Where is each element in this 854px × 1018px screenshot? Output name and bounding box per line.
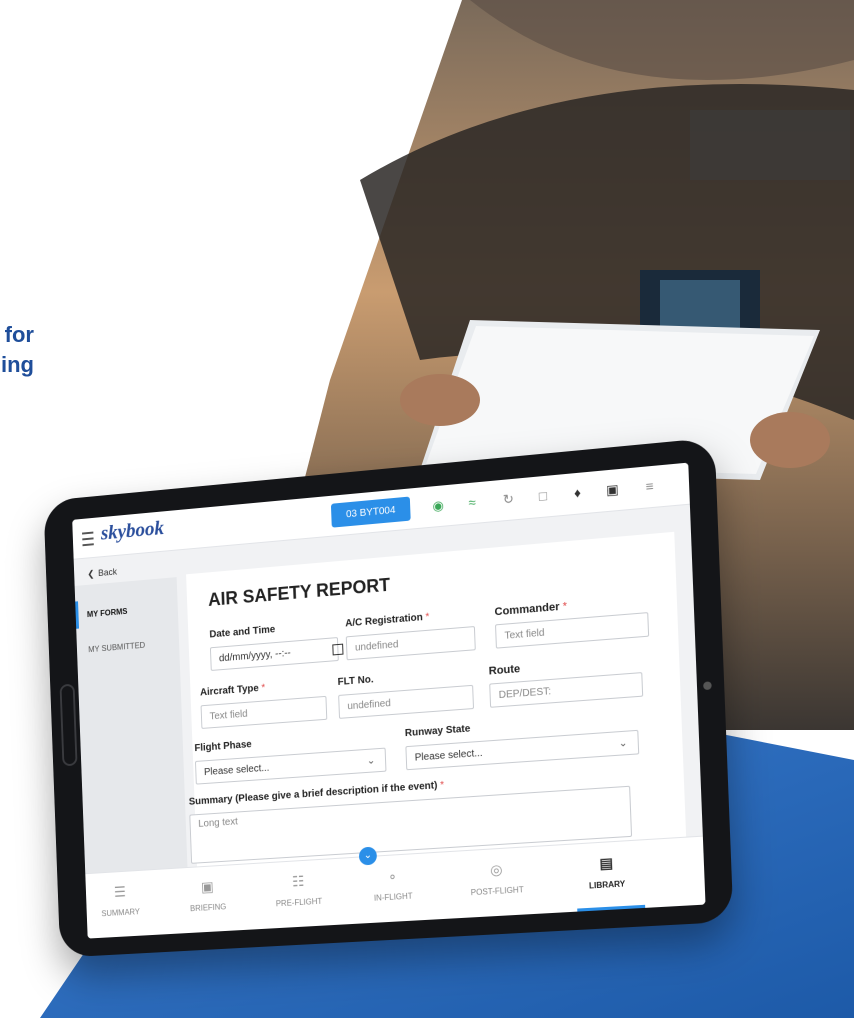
air-safety-report-form: AIR SAFETY REPORT Date and Time dd/mm/yy… — [186, 531, 687, 876]
commander-field[interactable]: Text field — [495, 612, 650, 649]
back-label: Back — [98, 566, 118, 579]
sidebar-item-my-forms[interactable]: MY FORMS — [87, 607, 128, 619]
bell-icon[interactable]: ♦ — [569, 484, 586, 502]
sync-icon[interactable]: ↻ — [500, 491, 517, 509]
route-icon: ∘ — [387, 867, 398, 884]
expand-chevron-down-icon[interactable]: ⌄ — [358, 846, 378, 866]
ac-registration-label: A/C Registration * — [345, 611, 430, 630]
hero-text-line2: ning — [0, 352, 34, 377]
camera-button-icon[interactable]: ▣ — [604, 481, 621, 499]
route-field[interactable]: DEP/DEST: — [489, 672, 644, 708]
commander-label: Commander * — [494, 600, 568, 619]
sidebar: MY FORMS MY SUBMITTED — [74, 577, 188, 881]
list-icon: ☰ — [113, 883, 127, 900]
book-icon: ▤ — [599, 854, 614, 872]
aircraft-type-field[interactable]: Text field — [200, 695, 328, 729]
chevron-left-icon: ❮ — [87, 568, 95, 579]
ac-registration-field[interactable]: undefined — [345, 626, 476, 661]
nav-in-flight[interactable]: ∘ IN-FLIGHT — [353, 865, 434, 904]
calendar-icon[interactable] — [332, 643, 344, 656]
download-icon[interactable]: ◉ — [430, 497, 447, 515]
hero-text-line1: for — [4, 322, 34, 347]
flt-no-field[interactable]: undefined — [338, 684, 475, 719]
skybook-logo: skybook — [100, 517, 165, 545]
nav-post-flight[interactable]: ◎ POST-FLIGHT — [456, 859, 538, 898]
flight-phase-select[interactable]: Please select... ⌄ — [194, 747, 387, 785]
flight-selector-button[interactable]: 03 BYT004 — [330, 496, 411, 528]
location-icon: ◎ — [489, 861, 503, 878]
nav-briefing[interactable]: ▣ BRIEFING — [169, 876, 247, 914]
aircraft-type-label: Aircraft Type * — [199, 682, 266, 699]
home-button[interactable] — [59, 683, 78, 767]
flight-phase-label: Flight Phase — [194, 739, 252, 755]
bookmark-icon[interactable]: □ — [534, 488, 551, 506]
nav-library[interactable]: ▤ LIBRARY — [565, 852, 649, 891]
tablet-device: skybook 03 BYT004 ◉ ≈ ↻ □ ♦ ▣ ≡ ❮ Back MY… — [43, 437, 734, 958]
nav-summary[interactable]: ☰ SUMMARY — [82, 882, 159, 920]
briefing-icon: ▣ — [200, 878, 214, 895]
date-time-label: Date and Time — [209, 624, 276, 641]
settings-sliders-icon[interactable]: ≡ — [641, 478, 658, 496]
nav-pre-flight[interactable]: ☷ PRE-FLIGHT — [259, 871, 338, 909]
date-time-field[interactable]: dd/mm/yyyy, --:-- — [209, 637, 339, 671]
flt-no-label: FLT No. — [337, 674, 374, 688]
hamburger-menu-icon[interactable] — [82, 531, 94, 547]
route-label: Route — [488, 663, 521, 678]
chevron-down-icon: ⌄ — [366, 755, 376, 767]
hero-text: for ning — [0, 320, 34, 380]
sidebar-item-my-submitted[interactable]: MY SUBMITTED — [88, 641, 145, 654]
sidebar-active-indicator — [75, 601, 80, 629]
wifi-icon[interactable]: ≈ — [464, 494, 481, 512]
app-screen: skybook 03 BYT004 ◉ ≈ ↻ □ ♦ ▣ ≡ ❮ Back MY… — [72, 462, 706, 939]
chevron-down-icon: ⌄ — [618, 737, 628, 750]
runway-state-label: Runway State — [404, 723, 471, 740]
checklist-icon: ☷ — [291, 872, 305, 890]
form-title: AIR SAFETY REPORT — [207, 574, 391, 610]
back-link[interactable]: ❮ Back — [87, 567, 117, 580]
